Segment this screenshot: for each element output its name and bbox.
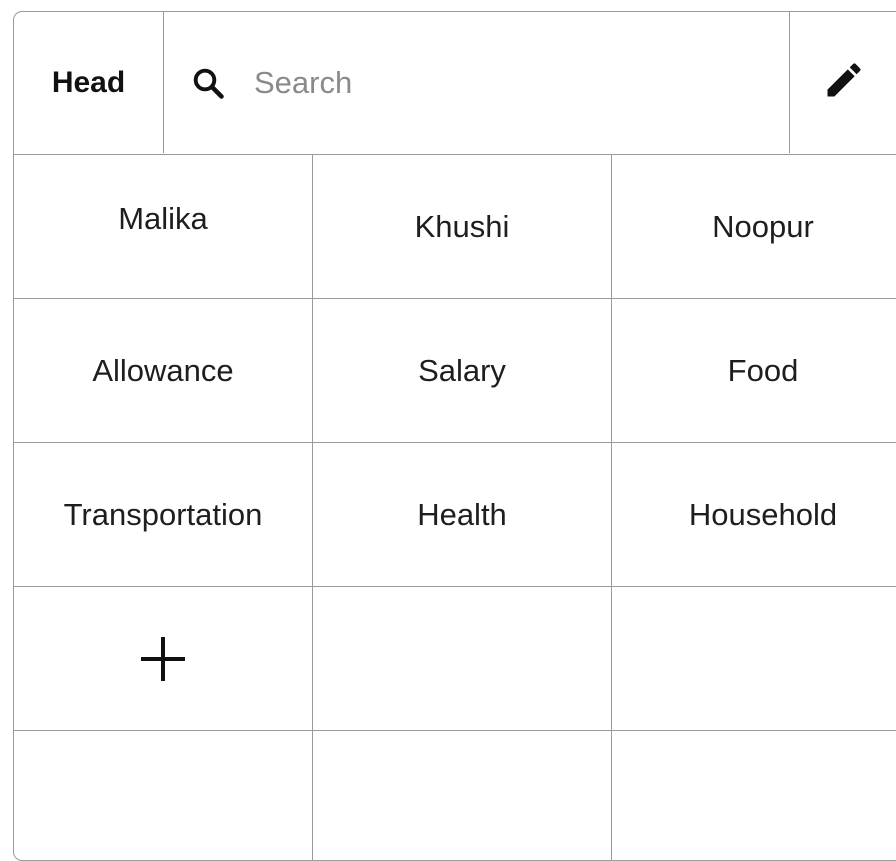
panel-header: Head [14,12,896,155]
category-panel: Head Malika Khushi Noopur Allowance Sala… [13,11,896,861]
empty-cell [313,731,612,860]
plus-icon [138,634,188,684]
category-cell-health[interactable]: Health [313,443,612,587]
category-cell-salary[interactable]: Salary [313,299,612,443]
category-cell-transportation[interactable]: Transportation [14,443,313,587]
search-bar[interactable] [164,12,789,153]
category-cell-allowance[interactable]: Allowance [14,299,313,443]
category-cell-food[interactable]: Food [612,299,896,443]
name-cell-malika[interactable]: Malika [14,155,313,299]
add-category-button[interactable] [14,587,313,731]
category-grid: Malika Khushi Noopur Allowance Salary Fo… [14,155,896,860]
search-input[interactable] [252,63,736,102]
pencil-icon [822,58,866,107]
category-cell-household[interactable]: Household [612,443,896,587]
empty-cell [313,587,612,731]
empty-cell [612,731,896,860]
empty-cell [612,587,896,731]
name-cell-noopur[interactable]: Noopur [612,155,896,299]
empty-cell [14,731,313,860]
edit-button[interactable] [789,12,896,153]
name-cell-khushi[interactable]: Khushi [313,155,612,299]
search-icon [190,65,226,101]
head-label: Head [14,12,164,153]
